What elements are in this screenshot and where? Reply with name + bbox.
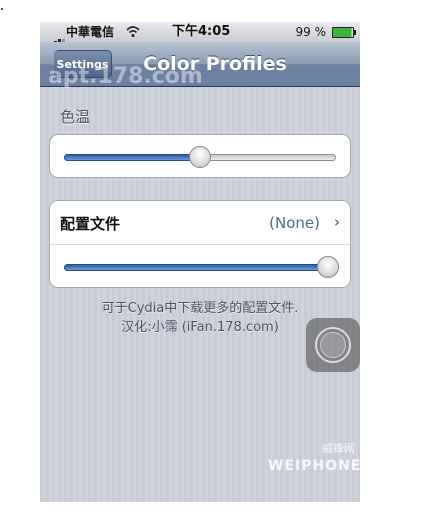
carrier-name: 中華電信 — [66, 25, 115, 39]
watermark-bottom-cn: 威锋网 — [322, 442, 355, 455]
corner-dot — [1, 8, 3, 10]
profile-label: 配置文件 — [60, 215, 121, 233]
battery-percent: 99 % — [295, 25, 327, 39]
wifi-icon — [126, 26, 140, 37]
slider-thumb[interactable] — [316, 256, 339, 278]
back-button-label: Settings — [56, 58, 109, 71]
clock: 下午4:05 — [172, 24, 231, 39]
chevron-right-icon: › — [333, 213, 340, 231]
watermark-bottom: WEIPHONE.COM — [268, 458, 360, 474]
temperature-slider[interactable] — [64, 146, 336, 168]
battery-icon — [332, 27, 356, 38]
profile-slider[interactable] — [64, 256, 339, 278]
phone-screen: 中華電信 下午4:05 99 % Color Profiles Settings… — [40, 22, 360, 502]
slider-thumb[interactable] — [189, 146, 211, 168]
temperature-group — [49, 134, 351, 178]
profile-row[interactable]: 配置文件 (None) › — [50, 201, 350, 245]
temperature-section-header: 色温 — [60, 108, 91, 126]
assistive-touch-button[interactable] — [306, 318, 360, 372]
status-bar: 中華電信 下午4:05 99 % — [40, 22, 360, 48]
profile-value: (None) — [269, 214, 320, 232]
profile-group: 配置文件 (None) › — [49, 200, 351, 288]
assistive-touch-inner-icon — [320, 332, 346, 358]
slider-fill — [64, 154, 200, 161]
slider-fill — [64, 264, 328, 271]
footer-note: 可于Cydia中下载更多的配置文件. — [101, 301, 299, 316]
